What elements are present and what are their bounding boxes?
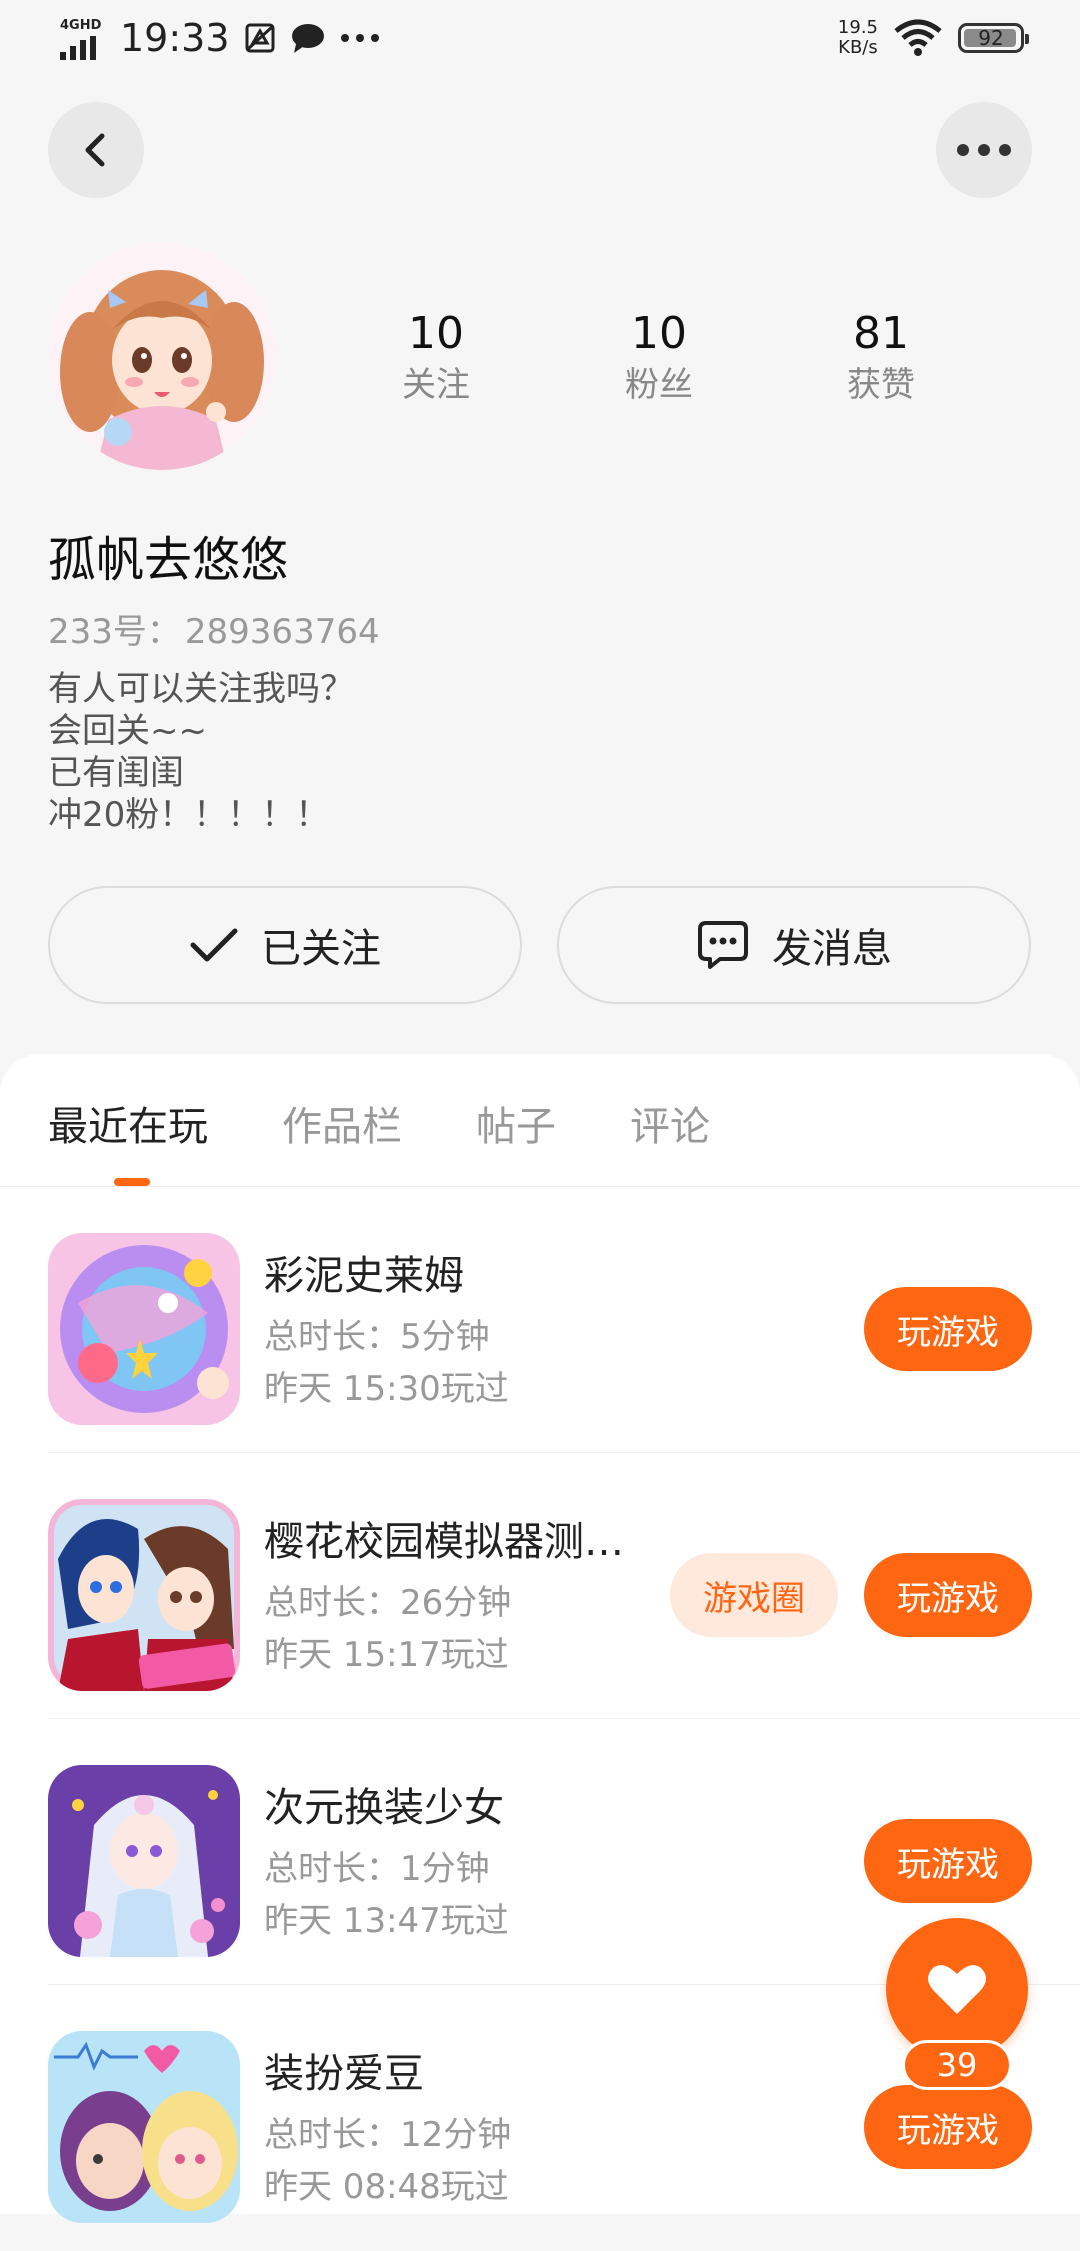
active-tab-indicator — [114, 1178, 150, 1186]
network-type: 4GHD — [60, 18, 102, 33]
chat-bubble-icon — [290, 22, 326, 54]
more-dots-icon — [957, 144, 1011, 156]
uid-label: 233号： — [48, 612, 181, 652]
status-time: 19:33 — [120, 16, 230, 60]
following-label: 关注 — [402, 365, 470, 405]
bio-line: 已有闺闺 — [48, 753, 184, 793]
tab-comments[interactable]: 评论 — [630, 1094, 710, 1152]
status-bar: 4GHD 19:33 19.5 KB/s 92 — [0, 0, 1080, 86]
tab-bar: 最近在玩 作品栏 帖子 评论 — [48, 1094, 784, 1152]
play-game-button[interactable]: 玩游戏 — [864, 1553, 1032, 1637]
network-speed: 19.5 KB/s — [837, 17, 878, 58]
game-last-played: 昨天 08:48玩过 — [264, 2167, 509, 2207]
game-last-played: 昨天 13:47玩过 — [264, 1901, 509, 1941]
bio: 有人可以关注我吗？ 会回关~~ 已有闺闺 冲20粉！！！！！ — [48, 668, 354, 836]
following-count: 10 — [408, 308, 464, 359]
game-name: 樱花校园模拟器测… — [264, 1519, 624, 1565]
game-circle-button[interactable]: 游戏圈 — [670, 1553, 838, 1637]
play-game-button[interactable]: 玩游戏 — [864, 1287, 1032, 1371]
game-duration: 总时长：5分钟 — [264, 1317, 490, 1357]
tab-works[interactable]: 作品栏 — [282, 1094, 402, 1152]
game-name: 彩泥史莱姆 — [264, 1253, 464, 1299]
game-name: 次元换装少女 — [264, 1785, 504, 1831]
following-button[interactable]: 已关注 — [48, 886, 522, 1004]
nickname: 孤帆去悠悠 — [48, 532, 289, 588]
game-icon-slime[interactable] — [48, 1233, 240, 1425]
signal-icon: 4GHD — [56, 14, 106, 62]
bio-line: 有人可以关注我吗？ — [48, 669, 354, 709]
game-row[interactable]: 樱花校园模拟器测… 总时长：26分钟 昨天 15:17玩过 游戏圈 玩游戏 — [0, 1453, 1080, 1719]
bio-line: 冲20粉！！！！！ — [48, 795, 330, 835]
checkmark-icon — [190, 928, 238, 962]
like-fab-button[interactable] — [886, 1918, 1028, 2060]
game-duration: 总时长：1分钟 — [264, 1849, 490, 1889]
game-icon-dressup-girl[interactable] — [48, 1765, 240, 1957]
stat-followers[interactable]: 10 粉丝 — [589, 305, 729, 407]
game-last-played: 昨天 15:17玩过 — [264, 1635, 509, 1675]
user-id: 233号： 289363764 — [48, 604, 384, 653]
stat-likes[interactable]: 81 获赞 — [811, 305, 951, 407]
tab-recent-play[interactable]: 最近在玩 — [48, 1094, 208, 1152]
game-last-played: 昨天 15:30玩过 — [264, 1369, 509, 1409]
game-duration: 总时长：26分钟 — [264, 1583, 512, 1623]
chevron-left-icon — [85, 133, 105, 167]
followers-label: 粉丝 — [625, 365, 693, 405]
notification-icon — [244, 22, 276, 54]
send-message-button[interactable]: 发消息 — [557, 886, 1031, 1004]
heart-icon — [928, 1965, 986, 2014]
play-game-button[interactable]: 玩游戏 — [864, 2085, 1032, 2169]
game-row[interactable]: 彩泥史莱姆 总时长：5分钟 昨天 15:30玩过 玩游戏 — [0, 1187, 1080, 1453]
message-icon — [698, 921, 748, 969]
wifi-icon — [894, 19, 942, 57]
stat-following[interactable]: 10 关注 — [366, 305, 506, 407]
back-button[interactable] — [48, 102, 144, 198]
more-button[interactable] — [936, 102, 1032, 198]
play-game-button[interactable]: 玩游戏 — [864, 1819, 1032, 1903]
followers-count: 10 — [631, 308, 687, 359]
like-count-badge: 39 — [902, 2040, 1012, 2090]
likes-label: 获赞 — [847, 365, 915, 405]
game-icon-sakura-school[interactable] — [48, 1499, 240, 1691]
game-name: 装扮爱豆 — [264, 2051, 424, 2097]
tab-posts[interactable]: 帖子 — [476, 1094, 556, 1152]
battery-icon: 92 — [958, 23, 1029, 53]
send-message-label: 发消息 — [772, 926, 892, 972]
avatar[interactable] — [48, 242, 276, 470]
likes-count: 81 — [853, 308, 909, 359]
game-icon-idol-dressup[interactable] — [48, 2031, 240, 2223]
more-dots-icon — [340, 33, 380, 43]
following-button-label: 已关注 — [261, 926, 381, 972]
game-duration: 总时长：12分钟 — [264, 2115, 512, 2155]
bio-line: 会回关~~ — [48, 711, 207, 751]
uid-value: 289363764 — [184, 612, 380, 652]
